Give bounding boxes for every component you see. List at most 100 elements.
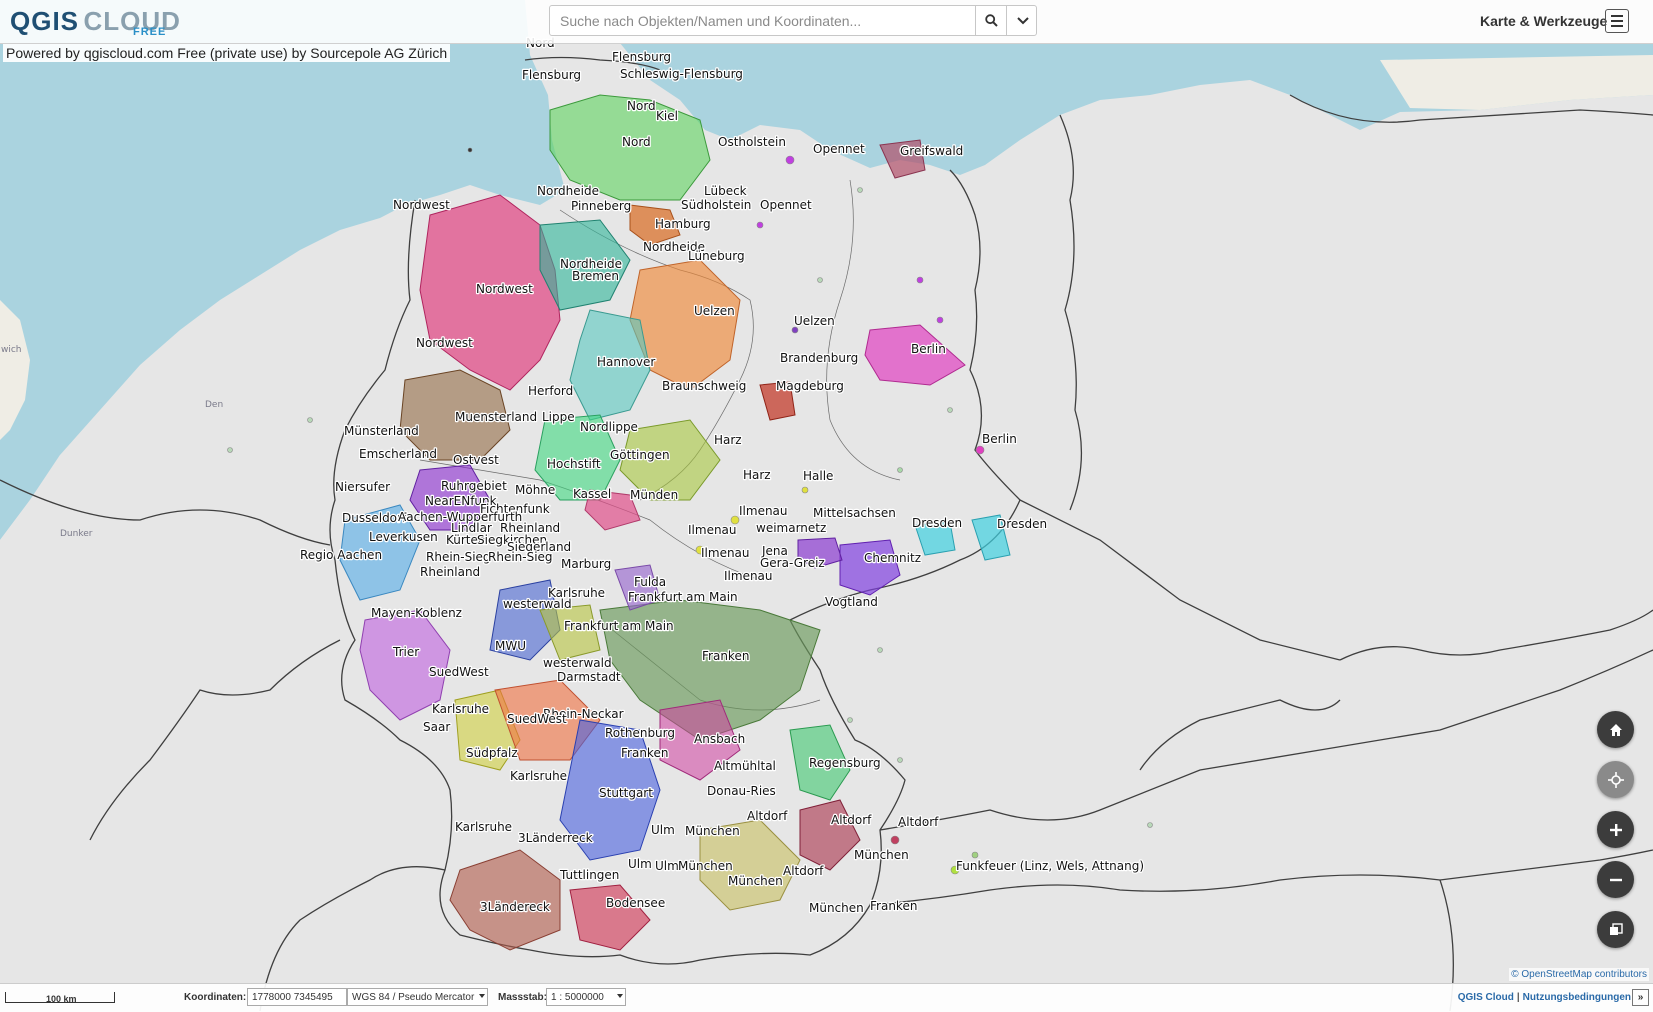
- scale-bar: 100 km: [5, 992, 115, 1004]
- map-label: Ilmenau: [701, 546, 750, 560]
- map-label: Münsterland: [344, 424, 419, 438]
- map-label: Göttingen: [610, 448, 670, 462]
- map-label: Regio Aachen: [300, 548, 382, 562]
- locate-button[interactable]: [1597, 761, 1634, 798]
- expand-footer-button[interactable]: »: [1632, 989, 1649, 1006]
- map-label: weimarnetz: [756, 521, 826, 535]
- svg-text:Den: Den: [205, 400, 223, 410]
- map-label: Ulm: [655, 859, 679, 873]
- map-label: Ilmenau: [724, 569, 773, 583]
- map-label: Flensburg: [522, 68, 581, 82]
- map-label: Rothenburg: [605, 726, 675, 740]
- terms-link[interactable]: Nutzungsbedingungen: [1523, 992, 1631, 1003]
- map-label: Altmühltal: [714, 759, 776, 773]
- crs-value: WGS 84 / Pseudo Mercator: [352, 991, 475, 1003]
- menu-icon-bar: [1611, 20, 1623, 22]
- scale-bar-label: 100 km: [46, 994, 77, 1004]
- map-label: Franken: [870, 899, 917, 913]
- scale-select[interactable]: 1 : 5000000: [546, 988, 626, 1006]
- crs-select[interactable]: WGS 84 / Pseudo Mercator: [347, 988, 488, 1006]
- map-label: Möhne: [515, 483, 555, 497]
- map-label: Tuttlingen: [559, 868, 619, 882]
- map-label: Münden: [630, 488, 678, 502]
- map-label: Pinneberg: [571, 199, 631, 213]
- map-label: Hochstift: [547, 457, 601, 471]
- map-label: Ulm: [628, 857, 652, 871]
- map-label: Funkfeuer (Linz, Wels, Attnang): [956, 859, 1144, 873]
- map-label: Nordwest: [476, 282, 533, 296]
- menu-icon-bar: [1611, 25, 1623, 27]
- map-label: Uelzen: [794, 314, 835, 328]
- layers-icon: [1609, 922, 1623, 935]
- zoom-in-button[interactable]: [1597, 811, 1634, 848]
- search-icon: [985, 14, 998, 27]
- map-label: Mayen-Koblenz: [371, 606, 462, 620]
- map-label: Nordlippe: [580, 420, 638, 434]
- map-label: Franken: [702, 649, 749, 663]
- map-label: Südpfalz: [466, 746, 518, 760]
- map-label: Brandenburg: [780, 351, 858, 365]
- map-label: Ansbach: [694, 732, 745, 746]
- map-label: Frankfurt am Main: [564, 619, 674, 633]
- qgis-cloud-logo[interactable]: QGIS CLOUD FREE: [10, 8, 181, 38]
- coordinates-field[interactable]: 1778000 7345495: [247, 988, 347, 1006]
- map-label: Marburg: [561, 557, 611, 571]
- search-button[interactable]: [975, 6, 1007, 35]
- map-label: Altdorf: [898, 815, 939, 829]
- menu-icon: [1611, 15, 1623, 17]
- search-options-button[interactable]: [1006, 6, 1038, 35]
- map-label: Darmstadt: [557, 670, 621, 684]
- link-separator: |: [1516, 992, 1520, 1003]
- qgis-cloud-link[interactable]: QGIS Cloud: [1458, 992, 1514, 1003]
- map-label: Rhein-Sieg: [426, 550, 491, 564]
- map-label: 3Ländereck: [480, 900, 550, 914]
- map-label: westerwald: [543, 656, 612, 670]
- map-label: Fulda: [634, 575, 666, 589]
- map-label: Ostholstein: [718, 135, 786, 149]
- bottom-bar: 100 km Koordinaten: 1778000 7345495 WGS …: [0, 983, 1653, 1012]
- map-label: Lippe: [542, 410, 575, 424]
- map-label: Nord: [622, 135, 651, 149]
- map-label: Nordheide: [537, 184, 599, 198]
- zoom-out-button[interactable]: [1597, 861, 1634, 898]
- map-label: München: [685, 824, 740, 838]
- map-label: Ilmenau: [739, 504, 788, 518]
- map-label: Stuttgart: [599, 786, 653, 800]
- map-label: Karlsruhe: [510, 769, 567, 783]
- map-label: Niersufer: [335, 480, 390, 494]
- zoom-out-icon: [1609, 878, 1622, 881]
- menu-button[interactable]: [1605, 9, 1629, 33]
- locate-icon: [1607, 771, 1624, 788]
- map-label: Muensterland: [455, 410, 537, 424]
- map-label: Schleswig-Flensburg: [620, 67, 743, 81]
- map-label: Emscherland: [359, 447, 437, 461]
- map-label: Halle: [803, 469, 833, 483]
- home-icon: [1609, 723, 1622, 736]
- map-label: Nordwest: [416, 336, 473, 350]
- map-label: Kiel: [656, 109, 678, 123]
- home-button[interactable]: [1597, 711, 1634, 748]
- map-label: Ruhrgebiet: [441, 479, 507, 493]
- map-label: Bremen: [572, 269, 619, 283]
- map-label: SuedWest: [507, 712, 567, 726]
- logo-text-free: FREE: [133, 26, 167, 38]
- map-canvas[interactable]: Nord Flensburg Flensburg Schleswig-Flensbur…: [0, 0, 1653, 1011]
- search-input[interactable]: [550, 6, 975, 35]
- map-label: Hamburg: [655, 217, 711, 231]
- map-label: Karlsruhe: [432, 702, 489, 716]
- layers-button[interactable]: [1597, 911, 1634, 948]
- map-label: Harz: [743, 468, 771, 482]
- map-label: Kassel: [573, 487, 611, 501]
- coordinates-label: Koordinaten:: [184, 992, 247, 1003]
- chevron-down-icon: [617, 994, 623, 998]
- map-label: westerwald: [503, 597, 572, 611]
- map-label: Nordwest: [393, 198, 450, 212]
- map-label: Saar: [423, 720, 450, 734]
- map-label: Ilmenau: [688, 523, 737, 537]
- map-label: Lübeck: [704, 184, 747, 198]
- map-label: München: [809, 901, 864, 915]
- map-tools-label[interactable]: Karte & Werkzeuge: [1480, 13, 1607, 29]
- map-label: München: [678, 859, 733, 873]
- map-label: Greifswald: [900, 144, 963, 158]
- osm-attribution[interactable]: © OpenStreetMap contributors: [1509, 968, 1649, 981]
